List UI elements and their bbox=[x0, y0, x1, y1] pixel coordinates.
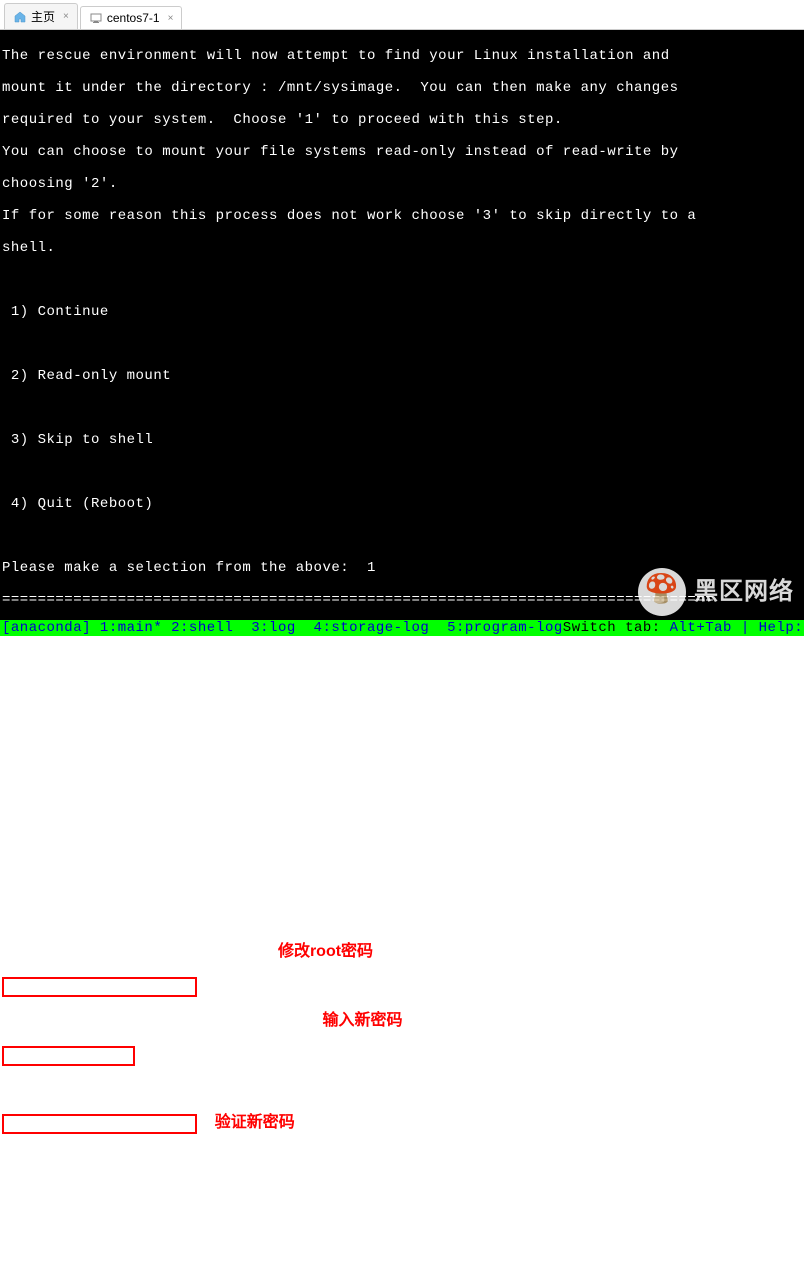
watermark-text: 黑区网络 bbox=[694, 584, 794, 600]
terminal-line: If for some reason this process does not… bbox=[2, 208, 802, 224]
terminal-line: 1) Continue bbox=[2, 304, 802, 320]
terminal-line: choosing '2'. bbox=[2, 176, 802, 192]
terminal-line: passwd: all authentication tokens update… bbox=[2, 1150, 802, 1166]
terminal-line: When finished, please exit from the shel… bbox=[2, 912, 802, 928]
terminal-line: 3) Skip to shell bbox=[2, 432, 802, 448]
annotation-new-password: 输入新密码 bbox=[322, 1012, 402, 1029]
terminal-line: required to your system. Choose '1' to p… bbox=[2, 112, 802, 128]
status-right: Switch tab: Alt+Tab | Help: F1 bbox=[563, 620, 804, 636]
highlight-box: bash-4.2# passwd root bbox=[2, 977, 197, 997]
terminal-line: chroot /mnt/sysimage bbox=[2, 848, 802, 864]
tab-bar: 主页 × centos7-1 × bbox=[0, 0, 804, 30]
terminal-line bbox=[2, 688, 802, 704]
status-bar: [anaconda] 1:main* 2:shell 3:log 4:stora… bbox=[0, 620, 804, 636]
terminal-line: sh-4.2# chroot /mnt/sysimage/ 修改root密码 bbox=[2, 944, 802, 961]
home-icon bbox=[13, 10, 27, 24]
tab-vm[interactable]: centos7-1 × bbox=[80, 6, 183, 29]
terminal-line bbox=[2, 336, 802, 352]
highlight-box: Retype new password: bbox=[2, 1114, 197, 1134]
annotation-modify-root: 修改root密码 bbox=[278, 943, 373, 960]
terminal-line: mount it under the directory : /mnt/sysi… bbox=[2, 80, 802, 96]
terminal-line bbox=[2, 528, 802, 544]
terminal-line: 4) Quit (Reboot) bbox=[2, 496, 802, 512]
terminal-line: If you would like to make your system th… bbox=[2, 784, 802, 800]
terminal-line bbox=[2, 752, 802, 768]
close-icon[interactable]: × bbox=[168, 13, 174, 24]
monitor-icon bbox=[89, 11, 103, 25]
terminal-line: Changing password for user root. 输入新密码 bbox=[2, 1013, 802, 1030]
watermark: 🍄 黑区网络 bbox=[638, 568, 794, 616]
terminal-line: Your system has been mounted under /mnt/… bbox=[2, 720, 802, 736]
terminal-line bbox=[2, 272, 802, 288]
tab-home[interactable]: 主页 × bbox=[4, 3, 78, 29]
tab-vm-label: centos7-1 bbox=[107, 11, 160, 25]
annotation-verify-password: 验证新密码 bbox=[215, 1114, 295, 1131]
terminal-line: bash-4.2# passwd root bbox=[2, 977, 802, 997]
tab-home-label: 主页 bbox=[31, 8, 55, 25]
terminal-line: Please press <return> to get a shell. bbox=[2, 880, 802, 896]
terminal-line: BAD PASSWORD: The password is shorter th… bbox=[2, 1082, 802, 1098]
terminal-line bbox=[2, 400, 802, 416]
terminal-line: 2) Read-only mount bbox=[2, 368, 802, 384]
terminal-line: You can choose to mount your file system… bbox=[2, 144, 802, 160]
terminal-line: shell. bbox=[2, 240, 802, 256]
terminal-line: New password: bbox=[2, 1046, 802, 1066]
terminal-output[interactable]: The rescue environment will now attempt … bbox=[0, 30, 804, 636]
terminal-line bbox=[2, 816, 802, 832]
mushroom-icon: 🍄 bbox=[638, 568, 686, 616]
status-left: [anaconda] 1:main* 2:shell 3:log 4:stora… bbox=[2, 620, 563, 636]
highlight-box: New password: bbox=[2, 1046, 135, 1066]
terminal-line bbox=[2, 464, 802, 480]
terminal-line: The rescue environment will now attempt … bbox=[2, 48, 802, 64]
terminal-line: Retype new password: 验证新密码 bbox=[2, 1114, 802, 1134]
terminal-line: Rescue Mount bbox=[2, 656, 802, 672]
terminal-line: bash-4.2# bbox=[2, 1182, 802, 1198]
close-icon[interactable]: × bbox=[63, 11, 69, 22]
cursor bbox=[91, 1184, 99, 1198]
